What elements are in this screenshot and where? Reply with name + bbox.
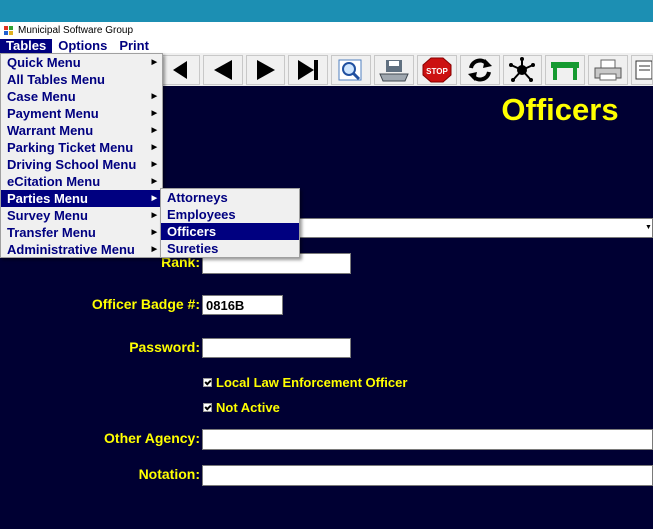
local-officer-checkbox-row[interactable]: Local Law Enforcement Officer <box>203 375 407 390</box>
menu-item-driving-school-menu[interactable]: Driving School Menu ▶ <box>1 156 162 173</box>
menu-item-label: Parties Menu <box>7 191 88 206</box>
submenu-arrow-icon: ▶ <box>151 59 157 66</box>
submenu-arrow-icon: ▶ <box>151 161 157 168</box>
tables-dropdown-menu: Quick Menu ▶ All Tables Menu Case Menu ▶ P… <box>0 53 163 258</box>
submenu-item-attorneys[interactable]: Attorneys <box>161 189 299 206</box>
menu-item-transfer-menu[interactable]: Transfer Menu ▶ <box>1 224 162 241</box>
print-button[interactable] <box>588 54 628 85</box>
menu-options[interactable]: Options <box>52 39 113 53</box>
not-active-checkbox-row[interactable]: Not Active <box>203 400 280 415</box>
menu-item-label: Case Menu <box>7 89 76 104</box>
not-active-checkbox[interactable] <box>203 403 212 412</box>
menu-item-label: Payment Menu <box>7 106 99 121</box>
submenu-arrow-icon: ▶ <box>151 93 157 100</box>
window-title: Municipal Software Group <box>18 25 134 36</box>
menu-item-warrant-menu[interactable]: Warrant Menu ▶ <box>1 122 162 139</box>
printer-icon <box>594 59 622 80</box>
menu-item-all-tables[interactable]: All Tables Menu <box>1 71 162 88</box>
refresh-button[interactable] <box>459 54 500 85</box>
not-active-label: Not Active <box>216 400 280 415</box>
menu-item-label: Survey Menu <box>7 208 88 223</box>
previous-record-button[interactable] <box>202 54 243 85</box>
menu-item-label: Parking Ticket Menu <box>7 140 134 155</box>
title-bar: Municipal Software Group <box>0 22 653 39</box>
menu-item-quick-menu[interactable]: Quick Menu ▶ <box>1 54 162 71</box>
menu-item-parties-menu[interactable]: Parties Menu ▶ <box>1 190 162 207</box>
menu-item-ecitation-menu[interactable]: eCitation Menu ▶ <box>1 173 162 190</box>
table-icon <box>551 61 580 80</box>
app-icon <box>4 25 14 36</box>
find-icon <box>338 59 362 80</box>
submenu-arrow-icon: ▶ <box>151 178 157 185</box>
menu-item-label: eCitation Menu <box>7 174 101 189</box>
menu-item-payment-menu[interactable]: Payment Menu ▶ <box>1 105 162 122</box>
export-icon <box>635 60 652 79</box>
menu-item-parking-ticket-menu[interactable]: Parking Ticket Menu ▶ <box>1 139 162 156</box>
notation-field[interactable] <box>202 465 653 486</box>
toolbar: STOP <box>160 53 653 86</box>
password-label: Password: <box>129 339 200 355</box>
badge-label: Officer Badge #: <box>91 296 200 312</box>
submenu-item-officers[interactable]: Officers <box>161 223 299 240</box>
save-button[interactable] <box>374 54 414 85</box>
table-button[interactable] <box>545 54 586 85</box>
first-record-button[interactable] <box>160 54 200 85</box>
menu-print[interactable]: Print <box>113 39 155 53</box>
submenu-arrow-icon: ▶ <box>151 144 157 151</box>
refresh-icon <box>467 58 492 81</box>
submenu-arrow-icon: ▶ <box>151 229 157 236</box>
stop-label: STOP <box>426 67 448 76</box>
other-agency-field[interactable] <box>202 429 653 450</box>
local-officer-checkbox[interactable] <box>203 378 212 387</box>
menu-item-survey-menu[interactable]: Survey Menu ▶ <box>1 207 162 224</box>
stop-button[interactable]: STOP <box>416 54 457 85</box>
menu-item-case-menu[interactable]: Case Menu ▶ <box>1 88 162 105</box>
combo-arrow-icon[interactable]: ▼ <box>645 224 652 231</box>
submenu-arrow-icon: ▶ <box>151 110 157 117</box>
last-record-icon <box>298 59 319 80</box>
menu-tables[interactable]: Tables <box>0 39 53 53</box>
last-record-button[interactable] <box>288 54 329 85</box>
menu-item-label: All Tables Menu <box>7 72 105 87</box>
stop-icon: STOP <box>422 57 452 82</box>
submenu-arrow-icon: ▶ <box>151 195 157 202</box>
export-button[interactable] <box>630 54 653 85</box>
network-button[interactable] <box>502 54 543 85</box>
page-title: Officers <box>501 92 619 127</box>
submenu-arrow-icon: ▶ <box>151 212 157 219</box>
local-officer-label: Local Law Enforcement Officer <box>216 375 408 390</box>
parties-submenu: Attorneys Employees Officers Sureties <box>160 188 300 258</box>
menu-item-administrative-menu[interactable]: Administrative Menu ▶ <box>1 241 162 258</box>
save-icon <box>379 59 409 81</box>
submenu-item-employees[interactable]: Employees <box>161 206 299 223</box>
other-agency-label: Other Agency: <box>104 430 200 446</box>
first-record-icon <box>172 60 187 79</box>
next-record-button[interactable] <box>245 54 286 85</box>
badge-field[interactable]: 0816B <box>202 295 283 315</box>
menu-item-label: Quick Menu <box>7 55 81 70</box>
menu-bar: Tables Options Print <box>0 39 653 53</box>
next-record-icon <box>256 59 275 80</box>
menu-item-label: Warrant Menu <box>7 123 94 138</box>
submenu-item-sureties[interactable]: Sureties <box>161 240 299 257</box>
notation-label: Notation: <box>138 466 200 482</box>
previous-record-icon <box>213 59 232 80</box>
menu-item-label: Transfer Menu <box>7 225 96 240</box>
submenu-arrow-icon: ▶ <box>151 127 157 134</box>
menu-item-label: Administrative Menu <box>7 242 135 257</box>
menu-item-label: Driving School Menu <box>7 157 137 172</box>
find-button[interactable] <box>331 54 372 85</box>
submenu-arrow-icon: ▶ <box>151 246 157 253</box>
password-field[interactable] <box>202 338 351 358</box>
network-icon <box>509 56 536 82</box>
